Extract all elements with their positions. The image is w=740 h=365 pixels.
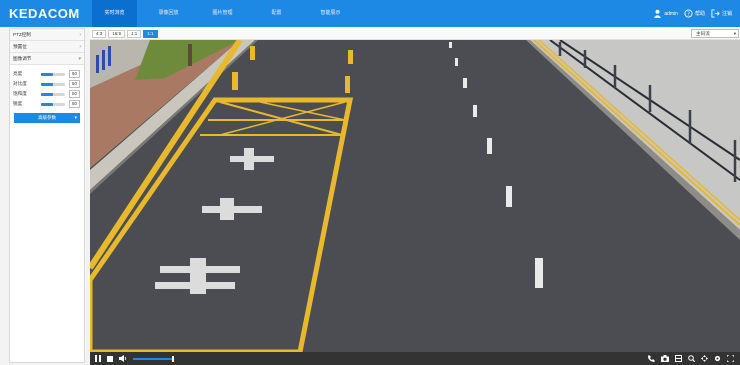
nav-picture-management[interactable]: 图片管理 <box>200 0 245 27</box>
stream-select[interactable]: 主码流 ▾ <box>691 29 739 38</box>
slider-label: 锐度 <box>13 101 23 106</box>
ratio-original-button[interactable]: 1:1 <box>143 30 158 38</box>
saturation-value[interactable]: 50 <box>69 90 80 98</box>
fullscreen-icon[interactable] <box>727 355 734 362</box>
section-image-adjust[interactable]: 图像调节 ▾ <box>10 53 84 65</box>
contrast-slider-row: 对比度 50 <box>10 79 84 89</box>
section-label: PTZ控制 <box>13 31 31 37</box>
live-video-view[interactable] <box>90 40 740 352</box>
slider-label: 亮度 <box>13 71 23 76</box>
brightness-slider-row: 亮度 50 <box>10 69 84 79</box>
section-ptz-control[interactable]: PTZ控制 › <box>10 29 84 41</box>
stream-select-value: 主码流 <box>696 31 710 36</box>
phone-icon[interactable] <box>648 355 655 362</box>
chevron-right-icon: › <box>79 43 81 50</box>
section-label: 图像调节 <box>13 55 32 61</box>
logout-icon <box>711 9 720 18</box>
saturation-slider[interactable] <box>41 92 65 96</box>
record-icon[interactable] <box>675 355 682 362</box>
nav-live-view[interactable]: 实时浏览 <box>92 0 137 27</box>
logout-label: 注销 <box>721 11 732 17</box>
stop-icon[interactable] <box>107 355 113 362</box>
volume-slider[interactable] <box>133 355 174 362</box>
sharpness-slider[interactable] <box>41 102 65 106</box>
control-left-group <box>95 355 174 362</box>
section-preset[interactable]: 预置位 › <box>10 41 84 53</box>
ratio-16-9-button[interactable]: 16:9 <box>108 30 126 38</box>
chevron-down-icon: ▾ <box>78 55 81 62</box>
chevron-down-icon: ▾ <box>74 115 77 121</box>
advanced-params-button[interactable]: 高级参数 ▾ <box>14 113 80 123</box>
slider-label: 饱和度 <box>13 91 27 96</box>
user-icon <box>654 9 662 18</box>
settings-icon[interactable] <box>714 355 721 362</box>
video-frame <box>90 40 740 352</box>
video-toolbar: 4:3 16:9 1:1 1:1 主码流 ▾ <box>90 28 740 40</box>
playback-control-bar <box>90 352 740 365</box>
brightness-value[interactable]: 50 <box>69 70 80 78</box>
nav-configuration[interactable]: 配置 <box>254 0 299 27</box>
zoom-icon[interactable] <box>688 355 695 362</box>
nav-playback[interactable]: 录像回放 <box>146 0 191 27</box>
pause-icon[interactable] <box>95 355 101 362</box>
sharpness-slider-row: 锐度 50 <box>10 99 84 109</box>
saturation-slider-row: 饱和度 50 <box>10 89 84 99</box>
slider-label: 对比度 <box>13 81 27 86</box>
volume-knob[interactable] <box>172 355 174 362</box>
chevron-right-icon: › <box>79 31 81 38</box>
help-label: 帮助 <box>694 11 705 17</box>
username-label: admin <box>664 10 678 17</box>
ratio-1-1-button[interactable]: 1:1 <box>127 30 142 38</box>
brand-logo: KEDACOM <box>9 6 80 21</box>
brightness-slider[interactable] <box>41 72 65 76</box>
left-control-panel: PTZ控制 › 预置位 › 图像调节 ▾ 亮度 50 对比度 50 饱和度 50… <box>9 28 85 363</box>
ratio-4-3-button[interactable]: 4:3 <box>92 30 107 38</box>
snapshot-icon[interactable] <box>661 355 669 362</box>
svg-text:?: ? <box>687 12 690 18</box>
chevron-down-icon: ▾ <box>733 31 736 36</box>
nav-smart-display[interactable]: 智能展示 <box>308 0 353 27</box>
user-menu[interactable]: admin <box>653 9 678 18</box>
help-icon: ? <box>684 9 693 18</box>
logout-link[interactable]: 注销 <box>711 9 732 18</box>
sharpness-value[interactable]: 50 <box>69 100 80 108</box>
main-nav: 实时浏览 录像回放 图片管理 配置 智能展示 <box>92 0 362 27</box>
control-right-group <box>648 355 734 362</box>
volume-icon[interactable] <box>119 355 127 362</box>
contrast-value[interactable]: 50 <box>69 80 80 88</box>
contrast-slider[interactable] <box>41 82 65 86</box>
help-link[interactable]: ? 帮助 <box>684 9 705 18</box>
user-area: admin ? 帮助 注销 <box>653 9 732 18</box>
section-label: 预置位 <box>13 43 27 49</box>
top-navigation-bar: KEDACOM 实时浏览 录像回放 图片管理 配置 智能展示 admin ? 帮… <box>0 0 740 27</box>
aspect-ratio-group: 4:3 16:9 1:1 1:1 <box>92 30 158 38</box>
advanced-params-label: 高级参数 <box>38 115 56 120</box>
ptz-icon[interactable] <box>701 355 708 362</box>
